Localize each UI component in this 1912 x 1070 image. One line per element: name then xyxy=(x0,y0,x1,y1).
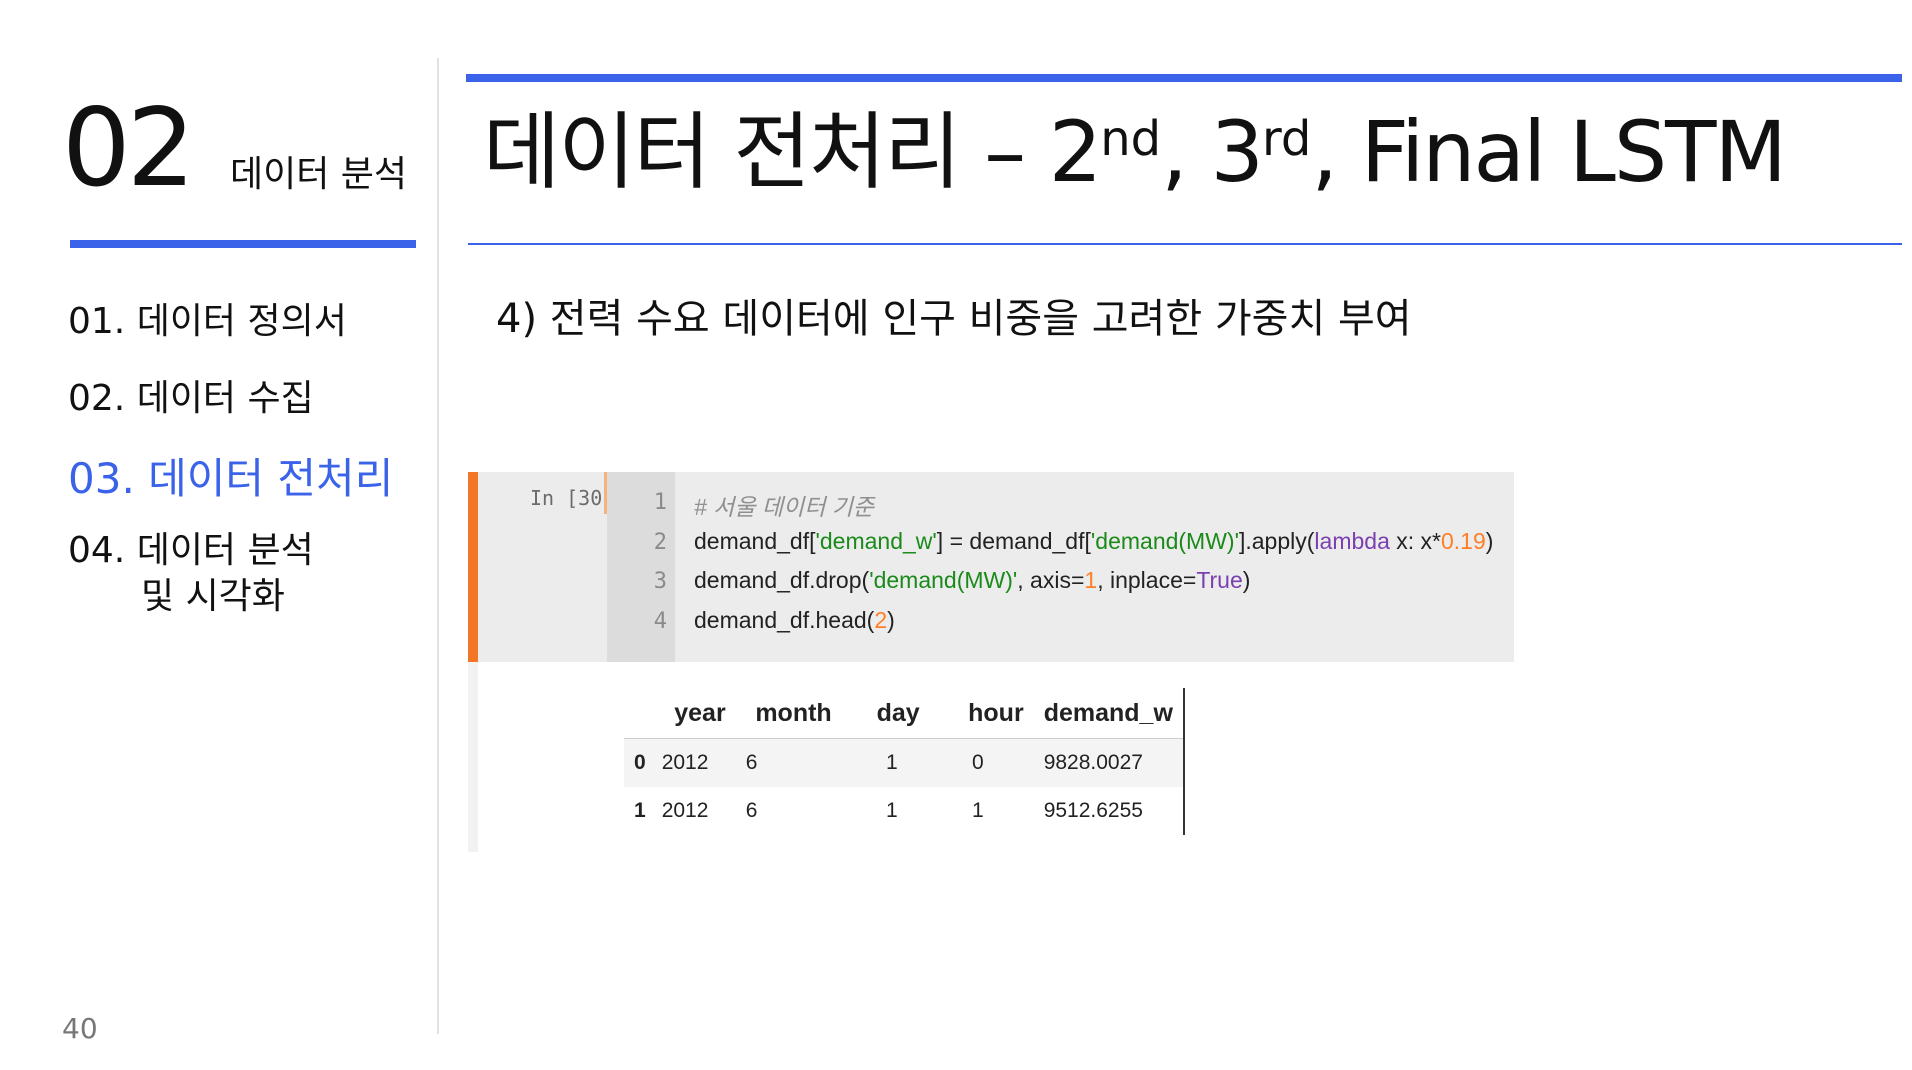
column-header: year xyxy=(674,698,726,727)
output-area-bar xyxy=(468,662,478,852)
vertical-divider xyxy=(437,58,439,1034)
title-rule xyxy=(468,243,1902,245)
code-line-4: demand_df.head(2) xyxy=(694,607,895,633)
section-number: 02 xyxy=(62,86,195,211)
section-title: 데이터 분석 xyxy=(230,154,408,195)
toc-item-definition[interactable]: 01. 데이터 정의서 xyxy=(68,292,347,344)
table-header-row: year month day hour demand_w xyxy=(624,688,1185,739)
table-row: 0 2012 6 1 0 9828.0027 xyxy=(624,738,1185,787)
toc-item-collection[interactable]: 02. 데이터 수집 xyxy=(68,369,314,421)
table-cell: 1 xyxy=(972,799,984,822)
table-cell: 6 xyxy=(745,751,758,774)
table-cell: 2012 xyxy=(661,799,709,822)
page-title: 데이터 전처리 – 2nd, 3rd, Final LSTM xyxy=(483,103,1787,201)
subtitle: 4) 전력 수요 데이터에 인구 비중을 고려한 가중치 부여 xyxy=(496,296,1412,342)
toc-item-preprocessing[interactable]: 03. 데이터 전처리 xyxy=(68,445,393,506)
line-number: 1 xyxy=(653,490,667,515)
line-number: 2 xyxy=(653,530,667,555)
line-number: 4 xyxy=(653,609,667,634)
table-cell: 2012 xyxy=(661,751,709,774)
output-dataframe: year month day hour demand_w 0 2012 6 1 … xyxy=(624,688,1185,835)
table-row: 1 2012 6 1 1 9512.6255 xyxy=(624,787,1185,835)
column-header: month xyxy=(755,698,832,727)
table-cell: 9512.6255 xyxy=(1033,787,1185,835)
code-line-3: demand_df.drop('demand(MW)', axis=1, inp… xyxy=(694,567,1251,593)
code-line-1: # 서울 데이터 기준 xyxy=(694,494,875,520)
column-header: hour xyxy=(968,698,1024,727)
toc-item-analysis-line2: 및 시각화 xyxy=(141,576,285,617)
column-header: day xyxy=(876,698,920,727)
row-index: 0 xyxy=(634,751,646,774)
code-line-2: demand_df['demand_w'] = demand_df['deman… xyxy=(694,528,1494,554)
page-number: 40 xyxy=(62,1012,98,1045)
table-cell: 0 xyxy=(972,751,984,774)
table-cell: 1 xyxy=(886,799,898,822)
column-header: demand_w xyxy=(1033,688,1185,739)
index-header xyxy=(624,688,652,739)
toc-item-analysis[interactable]: 04. 데이터 분석 및 시각화 xyxy=(68,528,314,620)
line-number: 3 xyxy=(653,569,667,594)
section-underline xyxy=(70,240,416,248)
row-index: 1 xyxy=(634,799,646,822)
table-cell: 6 xyxy=(745,799,758,822)
table-cell: 9828.0027 xyxy=(1033,738,1185,787)
toc-item-analysis-line1: 04. 데이터 분석 xyxy=(68,530,314,571)
header-top-bar xyxy=(466,74,1902,82)
cell-selection-bar xyxy=(468,472,478,662)
table-cell: 1 xyxy=(886,751,898,774)
